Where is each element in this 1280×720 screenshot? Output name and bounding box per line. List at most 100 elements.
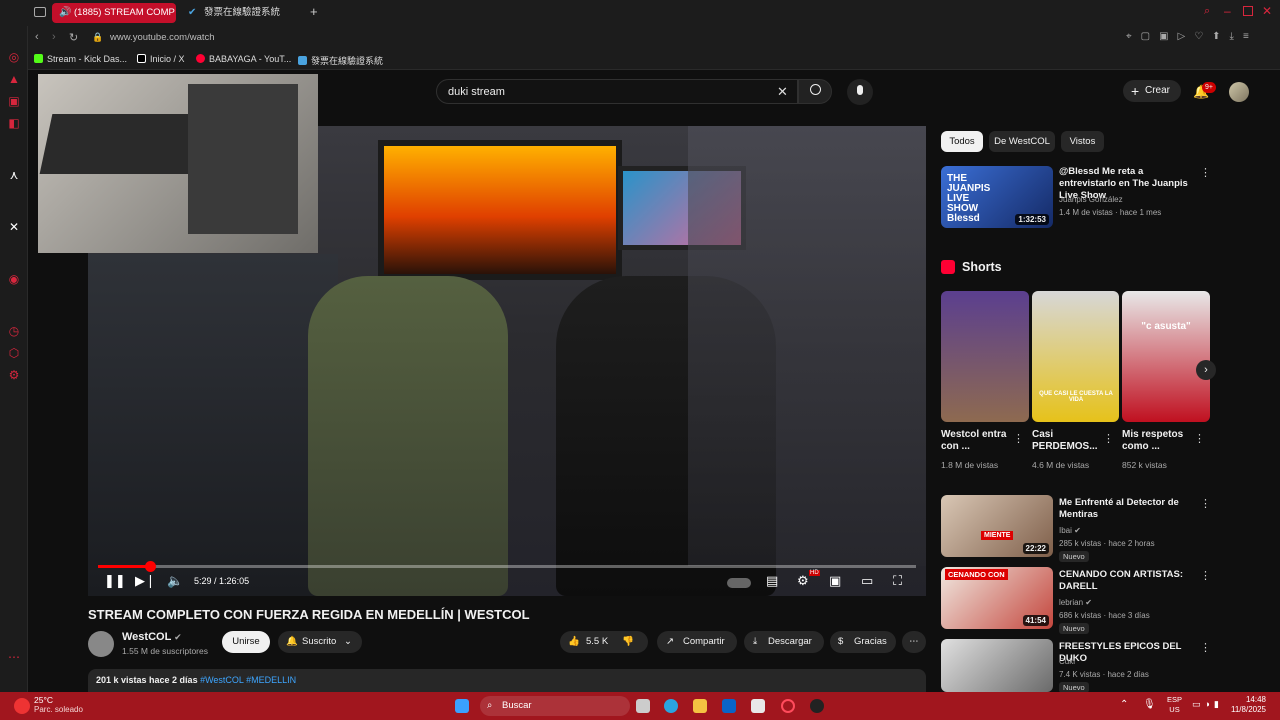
back-icon[interactable]: ‹ xyxy=(35,31,39,43)
related-channel[interactable]: Juanpis González xyxy=(1059,195,1123,204)
maximize-icon[interactable] xyxy=(1243,6,1253,16)
autoplay-toggle[interactable] xyxy=(727,578,751,588)
short-thumbnail[interactable]: QUE CASI LE CUESTA LA VIDA xyxy=(1032,291,1119,422)
bookmark-invoice[interactable]: 發票在線驗證系統 xyxy=(298,54,383,67)
miniplayer-icon[interactable]: ▣ xyxy=(829,573,841,589)
opera-taskbar-icon[interactable] xyxy=(781,699,795,713)
related-channel[interactable]: Cuki xyxy=(1059,657,1075,666)
file-explorer-icon[interactable] xyxy=(693,699,707,713)
more-icon[interactable]: ⋯ xyxy=(7,650,21,664)
bookmark-kick[interactable]: Stream - Kick Das... xyxy=(34,54,127,64)
chip-vistos[interactable]: Vistos xyxy=(1061,131,1104,152)
settings-icon[interactable]: ⚙ xyxy=(7,368,21,382)
more-actions-button[interactable]: ⋯ xyxy=(902,631,926,653)
related-title[interactable]: FREESTYLES EPICOS DEL DUKO xyxy=(1059,641,1199,665)
crypto-wallet-icon[interactable]: ▲ xyxy=(7,72,21,86)
share-button[interactable]: ↗ Compartir xyxy=(657,631,737,653)
fullscreen-icon[interactable]: ⛶ xyxy=(893,573,902,589)
next-icon[interactable]: ▶❘ xyxy=(135,573,156,589)
store-icon[interactable] xyxy=(751,699,765,713)
download-button[interactable]: ⤓ Descargar xyxy=(744,631,824,653)
bookmark-x[interactable]: Inicio / X xyxy=(137,54,185,64)
clear-search-icon[interactable]: ✕ xyxy=(777,84,788,100)
language-indicator[interactable]: ESP US xyxy=(1167,695,1182,715)
more-vert-icon[interactable]: ⋮ xyxy=(1200,497,1211,510)
network-volume-icons[interactable]: ▭◑▮ xyxy=(1192,699,1223,710)
close-window-icon[interactable]: ✕ xyxy=(1262,4,1272,18)
x-twitter-icon[interactable]: ✕ xyxy=(7,220,21,234)
aria-icon[interactable]: ◎ xyxy=(7,50,21,64)
mic-tray-icon[interactable]: 🎙 xyxy=(1143,699,1156,710)
kick-icon[interactable]: ⋏ xyxy=(7,168,21,182)
short-title[interactable]: Mis respetos como ... xyxy=(1122,429,1192,453)
clock[interactable]: 14:48 11/8/2025 xyxy=(1226,695,1266,715)
reload-icon[interactable]: ↻ xyxy=(69,31,78,44)
chip-todos[interactable]: Todos xyxy=(941,131,983,152)
related-thumbnail[interactable]: CENANDO CON 41:54 xyxy=(941,567,1053,629)
settings-gear-icon[interactable]: ⚙ xyxy=(797,573,809,589)
pause-icon[interactable]: ❚❚ xyxy=(104,573,126,589)
instagram-icon[interactable]: ◧ xyxy=(7,116,21,130)
player-icon[interactable]: ◉ xyxy=(7,272,21,286)
extensions-icon[interactable]: ⬡ xyxy=(7,346,21,360)
related-thumbnail[interactable] xyxy=(941,639,1053,692)
url-field[interactable]: www.youtube.com/watch xyxy=(110,32,215,43)
progress-bar[interactable] xyxy=(98,561,916,572)
volume-icon[interactable]: 🔈 xyxy=(167,573,183,589)
short-title[interactable]: Casi PERDEMOS... xyxy=(1032,429,1102,453)
short-thumbnail[interactable]: "c asusta" xyxy=(1122,291,1210,422)
chevron-right-icon[interactable]: › xyxy=(1196,360,1216,380)
new-badge: Nuevo xyxy=(1059,623,1089,634)
related-title[interactable]: Me Enfrenté al Detector de Mentiras xyxy=(1059,497,1194,521)
edge-icon[interactable] xyxy=(664,699,678,713)
taskbar-search[interactable]: ⌕ Buscar xyxy=(480,696,630,716)
obs-icon[interactable] xyxy=(810,699,824,713)
hashtags[interactable]: #WestCOL #MEDELLIN xyxy=(200,675,296,685)
thanks-button[interactable]: $ Gracias xyxy=(830,631,896,653)
toolbar-icons[interactable]: ⌖▢▣▷♡⬆⤓≡ xyxy=(1126,31,1258,42)
avatar[interactable] xyxy=(1229,82,1249,102)
subscribed-button[interactable]: 🔔 Suscrito ⌄ xyxy=(278,631,362,653)
related-title[interactable]: CENANDO CON ARTISTAS: DARELL xyxy=(1059,569,1194,593)
task-view-icon[interactable] xyxy=(636,699,650,713)
search-input[interactable]: duki stream ✕ xyxy=(436,79,798,104)
description-box[interactable]: 201 k vistas hace 2 días #WestCOL #MEDEL… xyxy=(88,669,926,692)
voice-search-button[interactable] xyxy=(847,79,873,105)
more-vert-icon[interactable]: ⋮ xyxy=(1103,432,1114,445)
more-vert-icon[interactable]: ⋮ xyxy=(1013,432,1024,445)
tab-youtube[interactable]: 🔊 (1885) STREAM COMP xyxy=(52,3,176,23)
join-button[interactable]: Unirse xyxy=(222,631,270,653)
windows-start-icon[interactable] xyxy=(455,699,469,713)
history-icon[interactable]: ◷ xyxy=(7,324,21,338)
forward-icon[interactable]: › xyxy=(52,31,56,43)
channel-avatar[interactable] xyxy=(88,631,114,657)
more-vert-icon[interactable]: ⋮ xyxy=(1200,166,1211,179)
like-icon[interactable]: 👍 xyxy=(568,631,580,653)
outlook-icon[interactable] xyxy=(722,699,736,713)
chip-de-westcol[interactable]: De WestCOL xyxy=(989,131,1055,152)
minimize-icon[interactable]: – xyxy=(1224,4,1231,18)
more-vert-icon[interactable]: ⋮ xyxy=(1200,569,1211,582)
related-thumbnail[interactable]: THE JUANPIS LIVE SHOW Blessd 1:32:53 xyxy=(941,166,1053,228)
search-tabs-icon[interactable]: ⌕ xyxy=(1204,5,1210,18)
workspace-icon[interactable] xyxy=(34,7,46,17)
weather-icon[interactable] xyxy=(14,698,30,714)
create-button[interactable]: + Crear xyxy=(1123,80,1181,102)
new-tab-icon[interactable]: + xyxy=(310,4,318,19)
channel-name[interactable]: WestCOL ✔ xyxy=(122,631,182,643)
tab-invoice[interactable]: ✔ 發票在線驗證系統 xyxy=(182,3,302,23)
related-thumbnail[interactable]: MIENTE 22:22 xyxy=(941,495,1053,557)
bookmark-babayaga[interactable]: BABAYAGA - YouT... xyxy=(196,54,291,64)
more-vert-icon[interactable]: ⋮ xyxy=(1194,432,1205,445)
related-channel[interactable]: lebrian ✔ xyxy=(1059,598,1092,607)
theater-mode-icon[interactable]: ▭ xyxy=(861,573,873,589)
subtitles-icon[interactable]: ▤ xyxy=(766,573,778,589)
messenger-icon[interactable]: ▣ xyxy=(7,94,21,108)
short-title[interactable]: Westcol entra con ... xyxy=(941,429,1011,453)
more-vert-icon[interactable]: ⋮ xyxy=(1200,641,1211,654)
related-channel[interactable]: Ibai ✔ xyxy=(1059,526,1081,535)
dislike-icon[interactable]: 👎 xyxy=(622,631,634,653)
search-button[interactable] xyxy=(798,79,832,104)
tray-chevron-icon[interactable]: ⌃ xyxy=(1120,699,1128,710)
short-thumbnail[interactable] xyxy=(941,291,1029,422)
